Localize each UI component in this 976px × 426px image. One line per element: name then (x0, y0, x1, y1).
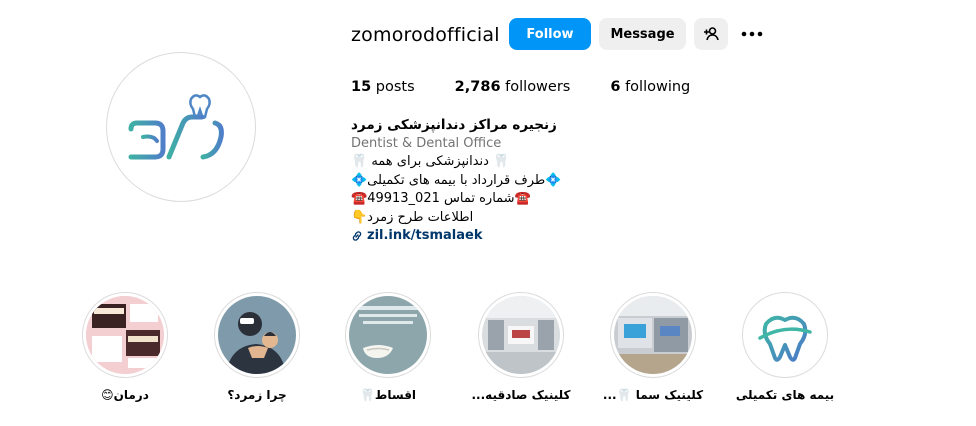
highlight-treatment[interactable]: درمان😊 (65, 292, 185, 402)
highlight-label: کلینیک صادقیه... (471, 388, 571, 402)
posts-count: 15 (351, 79, 372, 95)
highlight-label: کلینیک سما 🦷... (602, 388, 704, 402)
bio-line-2: 💠طرف قرارداد با بیمه های تکمیلی💠 (351, 172, 562, 188)
highlight-cover-image (482, 296, 560, 374)
tooth-logo-icon (746, 296, 824, 374)
profile-bio: زنجیره مراکز دندانپزشکی زمرد Dentist & D… (351, 116, 651, 246)
more-options-button[interactable] (738, 22, 766, 46)
highlight-sama-clinic[interactable]: کلینیک سما 🦷... (593, 292, 713, 402)
followers-label: followers (505, 79, 571, 95)
bio-line-3: ☎️شماره تماس 021_49913☎️ (351, 191, 531, 206)
followers-stat[interactable]: 2,786 followers (455, 79, 571, 95)
highlight-why-zomorod[interactable]: چرا زمرد؟ (197, 292, 317, 402)
highlight-ring (345, 292, 431, 378)
highlight-label: چرا زمرد؟ (227, 388, 287, 402)
highlight-cover-image (614, 296, 692, 374)
highlight-cover-image (86, 296, 164, 374)
followers-count: 2,786 (454, 79, 501, 95)
highlight-ring (82, 292, 168, 378)
bio-line-1: 🦷 دندانپزشکی برای همه 🦷 (351, 154, 510, 169)
profile-stats: 15 posts 2,786 followers 6 following (351, 79, 730, 95)
posts-label: posts (375, 79, 415, 95)
zomorod-logo-icon (128, 94, 224, 160)
highlight-cover-image (218, 296, 296, 374)
link-icon (352, 231, 362, 241)
suggest-accounts-button[interactable] (694, 18, 728, 50)
posts-stat: 15 posts (351, 79, 415, 95)
highlight-sadeghieh-clinic[interactable]: کلینیک صادقیه... (461, 292, 581, 402)
highlight-label: اقساط🦷 (359, 388, 417, 402)
highlight-cover-image (349, 296, 427, 374)
story-highlights: درمان😊 چرا زمرد؟ اقساط🦷 کلینیک صادقیه...… (0, 292, 976, 412)
profile-full-name: زنجیره مراکز دندانپزشکی زمرد (351, 117, 557, 133)
message-button[interactable]: Message (599, 18, 686, 50)
highlight-installments[interactable]: اقساط🦷 (328, 292, 448, 402)
add-person-icon (704, 27, 719, 41)
following-count: 6 (610, 79, 621, 95)
highlight-cover-image (746, 296, 824, 374)
bio-link[interactable]: zil.ink/tsmalaek (351, 227, 651, 246)
profile-username: zomorodofficial (351, 24, 500, 46)
highlight-label: بیمه های تکمیلی (735, 388, 835, 402)
bio-link-text[interactable]: zil.ink/tsmalaek (367, 227, 482, 246)
profile-category: Dentist & Dental Office (351, 135, 502, 151)
highlight-ring (610, 292, 696, 378)
highlight-supplementary-insurance[interactable]: بیمه های تکمیلی (725, 292, 845, 402)
follow-button[interactable]: Follow (509, 18, 591, 50)
following-stat[interactable]: 6 following (610, 79, 690, 95)
bio-line-4: اطلاعات طرح زمرد👇 (351, 209, 474, 225)
highlight-ring (214, 292, 300, 378)
highlight-ring (478, 292, 564, 378)
highlight-ring (742, 292, 828, 378)
following-label: following (625, 79, 691, 95)
highlight-label: درمان😊 (101, 388, 149, 402)
profile-avatar[interactable] (106, 52, 256, 202)
more-options-icon (741, 31, 763, 37)
